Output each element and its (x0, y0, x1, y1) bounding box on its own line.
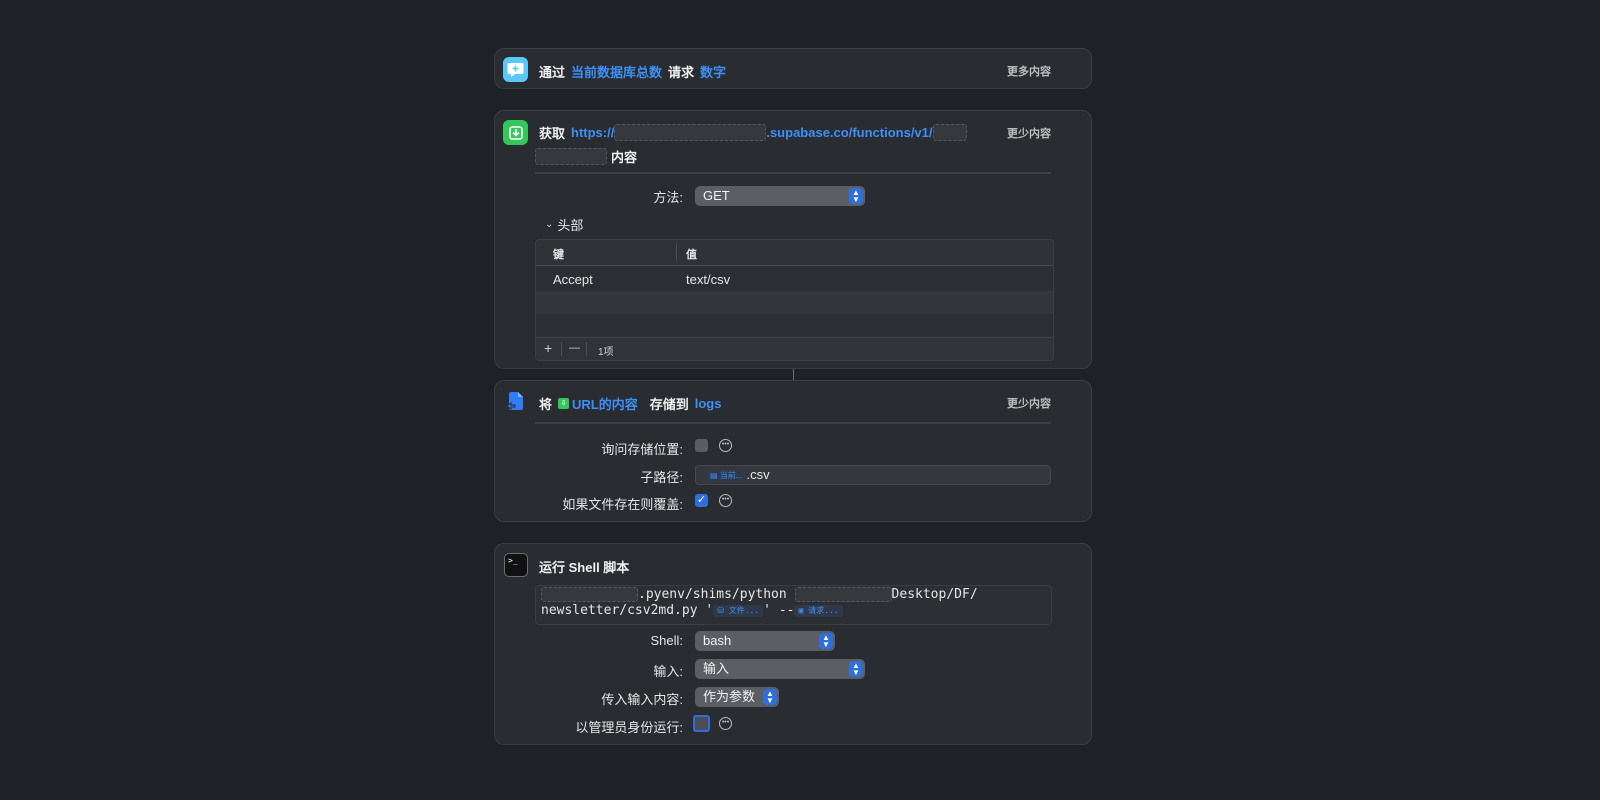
folder-token[interactable]: logs (693, 395, 724, 412)
pass-input-value: 作为参数 (703, 689, 756, 704)
url-token[interactable]: https:// .supabase.co/functions/v1/ (569, 123, 968, 142)
redacted-path (535, 148, 607, 165)
request-variable-chip[interactable]: ▣ 请求... (794, 604, 843, 617)
chevron-down-icon: ⌄ (545, 219, 554, 230)
headers-disclosure[interactable]: ⌄ 头部 (545, 215, 583, 234)
ask-variable-token[interactable]: 当前数据库总数 (569, 61, 664, 82)
request-chip-label: 请求... (808, 605, 839, 615)
method-popup[interactable]: GET ▲ ▼ (695, 186, 865, 206)
ask-middle: 请求 (668, 65, 695, 80)
get-url-contents-action[interactable]: 获取 https:// .supabase.co/functions/v1/ 内… (494, 110, 1092, 369)
get-suffix: 内容 (611, 150, 638, 165)
popup-arrows-icon: ▲ ▼ (819, 633, 833, 649)
popup-arrows-icon: ▲ ▼ (849, 661, 863, 677)
subpath-suffix: .csv (746, 467, 770, 483)
item-count: 1项 (598, 347, 614, 358)
shell-title: 运行 Shell 脚本 (539, 560, 630, 575)
script-editor[interactable]: .pyenv/shims/python Desktop/DF/ newslett… (535, 585, 1052, 625)
save-prefix: 将 (539, 397, 553, 412)
table-row[interactable]: Accept text/csv (536, 266, 1053, 291)
script-line-2: newsletter/csv2md.py ' ⛁ 文件... ' -- ▣ 请求... (541, 603, 1046, 619)
headers-table: 键 值 Accept text/csv + — 1项 (535, 239, 1054, 361)
url-domain: .supabase.co/functions/v1/ (766, 125, 933, 140)
more-content-button[interactable]: 更多内容 (1007, 63, 1051, 79)
shell-popup[interactable]: bash ▲ ▼ (695, 631, 835, 651)
popup-arrows-icon: ▲ ▼ (849, 188, 863, 204)
overwrite-checkbox[interactable]: ✓ (695, 494, 708, 507)
col-key-header: 键 (553, 249, 564, 261)
shell-value: bash (703, 633, 732, 648)
ask-location-label: 询问存储位置: (601, 442, 683, 457)
table-footer: + — 1项 (536, 337, 1053, 360)
script-python-path: .pyenv/shims/python (638, 587, 787, 602)
col-value-header: 值 (686, 249, 697, 261)
script-flag: ' -- (763, 603, 795, 618)
ask-type-token[interactable]: 数字 (698, 61, 728, 82)
run-shell-script-action[interactable]: >_ 运行 Shell 脚本 .pyenv/shims/python Deskt… (494, 543, 1092, 745)
method-label: 方法: (653, 190, 683, 205)
file-chip-label: 文件... (728, 605, 760, 615)
subpath-label: 子路径: (640, 470, 683, 485)
pass-input-label: 传入输入内容: (601, 692, 683, 707)
add-row-button[interactable]: + (544, 341, 552, 355)
input-value: 输入 (703, 661, 730, 676)
subpath-variable-chip[interactable]: ▤ 当前... (706, 470, 747, 483)
ask-location-checkbox[interactable] (695, 439, 708, 452)
ellipsis-circle-icon[interactable]: ••• (719, 439, 732, 452)
file-variable-chip[interactable]: ⛁ 文件... (713, 604, 764, 617)
save-file-action[interactable]: 将 ⇩ URL的内容 存储到 logs 更少内容 询问存储位置: ••• 子路径… (494, 380, 1092, 522)
run-as-admin-label: 以管理员身份运行: (575, 720, 683, 735)
footer-sep (561, 342, 562, 356)
get-prefix: 获取 (539, 126, 566, 141)
url-contents-icon: ⇩ (558, 398, 570, 409)
divider (535, 422, 1051, 424)
url-contents-label: URL的内容 (572, 397, 638, 412)
subpath-chip-label: 当前... (719, 471, 743, 481)
save-middle: 存储到 (649, 397, 689, 412)
download-icon (503, 120, 528, 145)
run-as-admin-checkbox[interactable] (693, 715, 710, 732)
action-connector (793, 369, 794, 380)
less-content-button[interactable]: 更少内容 (1007, 125, 1051, 141)
table-empty-row (536, 291, 1053, 314)
table-header: 键 值 (536, 240, 1053, 266)
terminal-icon: >_ (504, 553, 528, 577)
col-divider (676, 244, 677, 260)
footer-sep (586, 342, 587, 356)
redacted-function (932, 124, 967, 141)
overwrite-label: 如果文件存在则覆盖: (562, 497, 683, 512)
script-line-1: .pyenv/shims/python Desktop/DF/ (541, 587, 1046, 603)
less-content-button[interactable]: 更少内容 (1007, 395, 1051, 411)
script-desktop-path: Desktop/DF/ (891, 587, 978, 602)
redacted-home-path (541, 587, 638, 602)
header-value-cell[interactable]: text/csv (686, 272, 730, 287)
remove-row-button[interactable]: — (569, 342, 580, 354)
input-label: 输入: (653, 664, 683, 679)
script-csv2md: newsletter/csv2md.py ' (541, 603, 714, 618)
ellipsis-circle-icon[interactable]: ••• (719, 494, 732, 507)
document-icon (503, 389, 528, 414)
redacted-home-path (794, 587, 892, 602)
subpath-field[interactable]: ▤ 当前... .csv (695, 465, 1051, 485)
headers-label: 头部 (557, 218, 584, 233)
ask-for-input-action[interactable]: 通过 当前数据库总数 请求 数字 更多内容 (494, 48, 1092, 89)
url-contents-token[interactable]: ⇩ URL的内容 (556, 393, 640, 414)
pass-input-popup[interactable]: 作为参数 ▲ ▼ (695, 687, 779, 707)
redacted-subdomain (614, 124, 767, 141)
divider (535, 172, 1051, 174)
ellipsis-circle-icon[interactable]: ••• (719, 717, 732, 730)
ask-prefix: 通过 (539, 65, 566, 80)
shell-label: Shell: (650, 633, 683, 648)
table-empty-row (536, 314, 1053, 336)
input-popup[interactable]: 输入 ▲ ▼ (695, 659, 865, 679)
ask-input-icon (503, 57, 528, 82)
popup-arrows-icon: ▲ ▼ (763, 689, 777, 705)
url-prefix: https:// (571, 125, 615, 140)
header-key-cell[interactable]: Accept (553, 272, 593, 287)
method-value: GET (703, 188, 730, 203)
